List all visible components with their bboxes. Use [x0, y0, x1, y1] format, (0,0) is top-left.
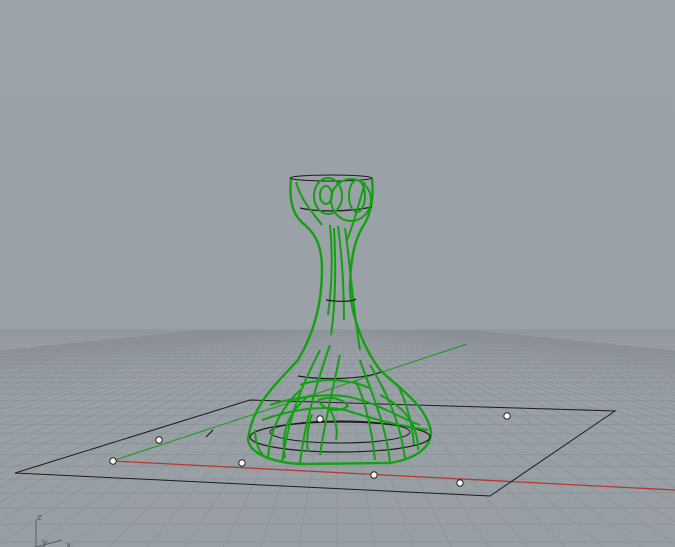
- control-point[interactable]: [316, 415, 324, 423]
- viewport-canvas[interactable]: z y x: [0, 0, 675, 547]
- control-point[interactable]: [109, 457, 117, 465]
- viewport-background: [0, 0, 675, 547]
- axis-z-label: z: [37, 513, 42, 523]
- control-point[interactable]: [238, 459, 246, 467]
- control-point[interactable]: [370, 471, 378, 479]
- control-point[interactable]: [503, 412, 511, 420]
- axis-y-label: y: [42, 538, 48, 547]
- control-point[interactable]: [456, 479, 464, 487]
- perspective-viewport[interactable]: z y x: [0, 0, 675, 547]
- axis-x-label: x: [66, 541, 72, 547]
- control-point[interactable]: [155, 436, 163, 444]
